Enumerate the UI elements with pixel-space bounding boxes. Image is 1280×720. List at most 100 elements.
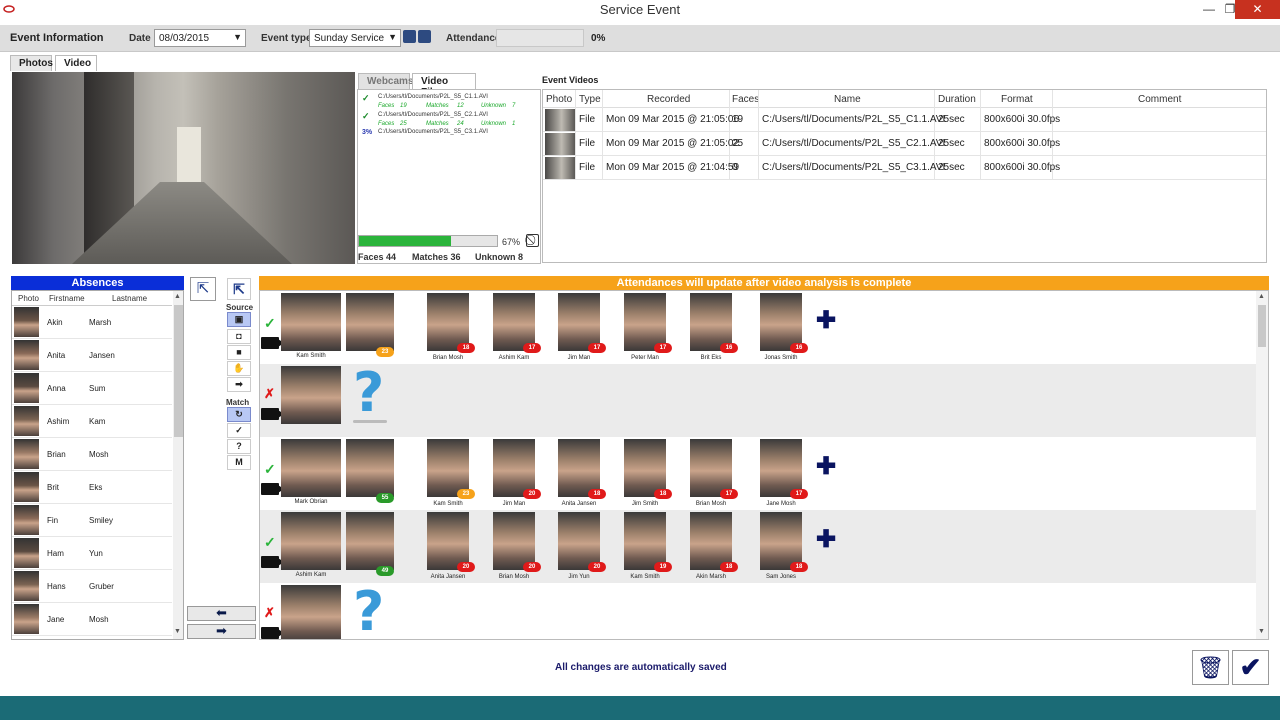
cell-type: File	[579, 114, 596, 125]
attendance-row[interactable]: ✓ Mark Obrian 55 Kam Smith 23 Jim Man 20 Anita …	[260, 437, 1256, 510]
cell-name: C:/Users/tl/Documents/P2L_S5_C3.1.AVI	[762, 162, 946, 173]
question-icon: ?	[353, 580, 385, 640]
export-icon[interactable]: ⇱	[227, 278, 251, 300]
candidate-score-badge: 18	[654, 489, 672, 499]
video-file-path[interactable]: C:/Users/tl/Documents/P2L_S5_C2.1.AVI	[378, 112, 488, 118]
unmatched-icon: ✗	[264, 605, 275, 620]
col-type[interactable]: Type	[579, 94, 601, 105]
candidate-score-badge: 18	[790, 562, 808, 572]
close-button[interactable]: ✕	[1235, 0, 1280, 19]
plus-icon[interactable]: ✚	[816, 309, 836, 333]
col-faces[interactable]: Faces	[732, 94, 759, 105]
unknown-label: Unknown	[481, 103, 507, 109]
detected-face[interactable]: Mark Obrian	[281, 439, 341, 505]
absences-scrollbar[interactable]: ▲ ▼	[173, 291, 183, 639]
tab-photos[interactable]: Photos	[10, 55, 53, 71]
question-shadow	[353, 420, 387, 423]
file-progress-label: 3%	[362, 129, 373, 136]
progress-fill	[359, 236, 452, 246]
auto-match-icon[interactable]: ↻	[227, 407, 251, 422]
col-photo[interactable]: Photo	[18, 294, 39, 303]
col-format[interactable]: Format	[1001, 94, 1033, 105]
col-firstname[interactable]: Firstname	[49, 294, 85, 303]
event-type-select[interactable]: Sunday Service ▼	[309, 29, 401, 47]
col-photo[interactable]: Photo	[546, 94, 572, 105]
list-item[interactable]: Brit Eks	[12, 471, 172, 504]
list-item[interactable]: Hans Gruber	[12, 570, 172, 603]
table-row[interactable]: File Mon 09 Mar 2015 @ 21:05:06 19 C:/Us…	[543, 108, 1266, 132]
table-row[interactable]: File Mon 09 Mar 2015 @ 21:04:59 0 C:/Use…	[543, 156, 1266, 180]
list-item[interactable]: Ham Yun	[12, 537, 172, 570]
check-icon[interactable]: ✓	[227, 423, 251, 438]
stop-icon[interactable]: ⃠	[526, 234, 539, 247]
attendances-scrollbar[interactable]: ▲ ▼	[1256, 291, 1268, 639]
video-icon[interactable]: ■	[227, 345, 251, 360]
list-item[interactable]: Jane Mosh	[12, 603, 172, 636]
arrow-left-icon[interactable]: ⬅	[187, 606, 256, 621]
list-item[interactable]: Anita Jansen	[12, 339, 172, 372]
table-header: Photo Type Recorded Faces Name Duration …	[543, 90, 1266, 108]
calendar-icon[interactable]	[403, 30, 416, 43]
question-icon[interactable]: ?	[227, 439, 251, 454]
cell-duration: 25sec	[938, 114, 965, 125]
webcam-icon[interactable]: ▣	[227, 312, 251, 327]
detected-face[interactable]	[281, 585, 341, 639]
scroll-up-icon[interactable]: ▲	[174, 293, 181, 300]
question-shadow	[353, 639, 387, 640]
attendance-row[interactable]: ✗?	[260, 364, 1256, 437]
match-score-badge: 23	[376, 347, 394, 357]
tab-video-files[interactable]: Video Files	[412, 73, 476, 98]
face-name: Kam Smith	[296, 353, 326, 359]
list-item[interactable]: Anna Sum	[12, 372, 172, 405]
date-picker[interactable]: 08/03/2015 ▼	[154, 29, 246, 47]
detected-face[interactable]	[281, 366, 341, 432]
calendar-edit-icon[interactable]	[418, 30, 431, 43]
col-recorded[interactable]: Recorded	[647, 94, 690, 105]
col-comment[interactable]: Comment	[1138, 94, 1181, 105]
tab-webcams[interactable]: Webcams	[358, 73, 414, 89]
scroll-thumb[interactable]	[174, 305, 183, 437]
detected-face[interactable]: Kam Smith	[281, 293, 341, 359]
attendance-row[interactable]: ✓ Ashim Kam 49 Anita Jansen 20 Brian Mosh 20 Ji…	[260, 510, 1256, 583]
candidate-score-badge: 20	[523, 489, 541, 499]
export-icon[interactable]: ⇱	[190, 277, 216, 301]
matches-label: Matches	[426, 103, 449, 109]
col-lastname[interactable]: Lastname	[112, 294, 147, 303]
scroll-up-icon[interactable]: ▲	[1258, 293, 1265, 300]
candidate-score-badge: 17	[720, 489, 738, 499]
absences-list: Photo Firstname Lastname Akin Marsh Anita J…	[11, 290, 184, 640]
scroll-down-icon[interactable]: ▼	[1258, 628, 1265, 635]
list-item[interactable]: Fin Smiley	[12, 504, 172, 537]
arrow-right-icon[interactable]: ➡	[227, 377, 251, 392]
trash-icon[interactable]: 🗑	[1192, 650, 1229, 685]
list-item[interactable]: Brian Mosh	[12, 438, 172, 471]
hand-icon[interactable]: ✋	[227, 361, 251, 376]
lastname-cell: Jansen	[89, 351, 115, 360]
avatar	[14, 538, 39, 568]
unmatched-icon: ✗	[264, 386, 275, 401]
col-duration[interactable]: Duration	[938, 94, 976, 105]
manual-match-button[interactable]: M	[227, 455, 251, 470]
detected-face[interactable]: Ashim Kam	[281, 512, 341, 578]
checkmark-icon[interactable]: ✔	[1232, 650, 1269, 685]
attendance-row[interactable]: ✓ Kam Smith 23 Brian Mosh 18 Ashim Kam 17 Jim M…	[260, 291, 1256, 364]
candidate-name: Peter Man	[631, 355, 659, 361]
scroll-down-icon[interactable]: ▼	[174, 628, 181, 635]
plus-icon[interactable]: ✚	[816, 455, 836, 479]
col-name[interactable]: Name	[834, 94, 861, 105]
arrow-right-icon[interactable]: ➡	[187, 624, 256, 639]
lastname-cell: Mosh	[89, 450, 109, 459]
table-row[interactable]: File Mon 09 Mar 2015 @ 21:05:02 25 C:/Us…	[543, 132, 1266, 156]
camera-icon[interactable]: ◘	[227, 329, 251, 344]
attendance-row[interactable]: ✗?	[260, 580, 1256, 640]
video-file-path[interactable]: C:/Users/tl/Documents/P2L_S5_C1.1.AVI	[378, 94, 488, 100]
plus-icon[interactable]: ✚	[816, 528, 836, 552]
candidate-score-badge: 17	[790, 489, 808, 499]
list-item[interactable]: Ashim Kam	[12, 405, 172, 438]
video-thumbnail	[545, 109, 575, 131]
tab-video[interactable]: Video	[55, 55, 97, 71]
list-item[interactable]: Akin Marsh	[12, 306, 172, 339]
video-file-path[interactable]: C:/Users/tl/Documents/P2L_S5_C3.1.AVI	[378, 129, 488, 135]
scroll-thumb[interactable]	[1258, 305, 1266, 347]
avatar	[14, 604, 39, 634]
